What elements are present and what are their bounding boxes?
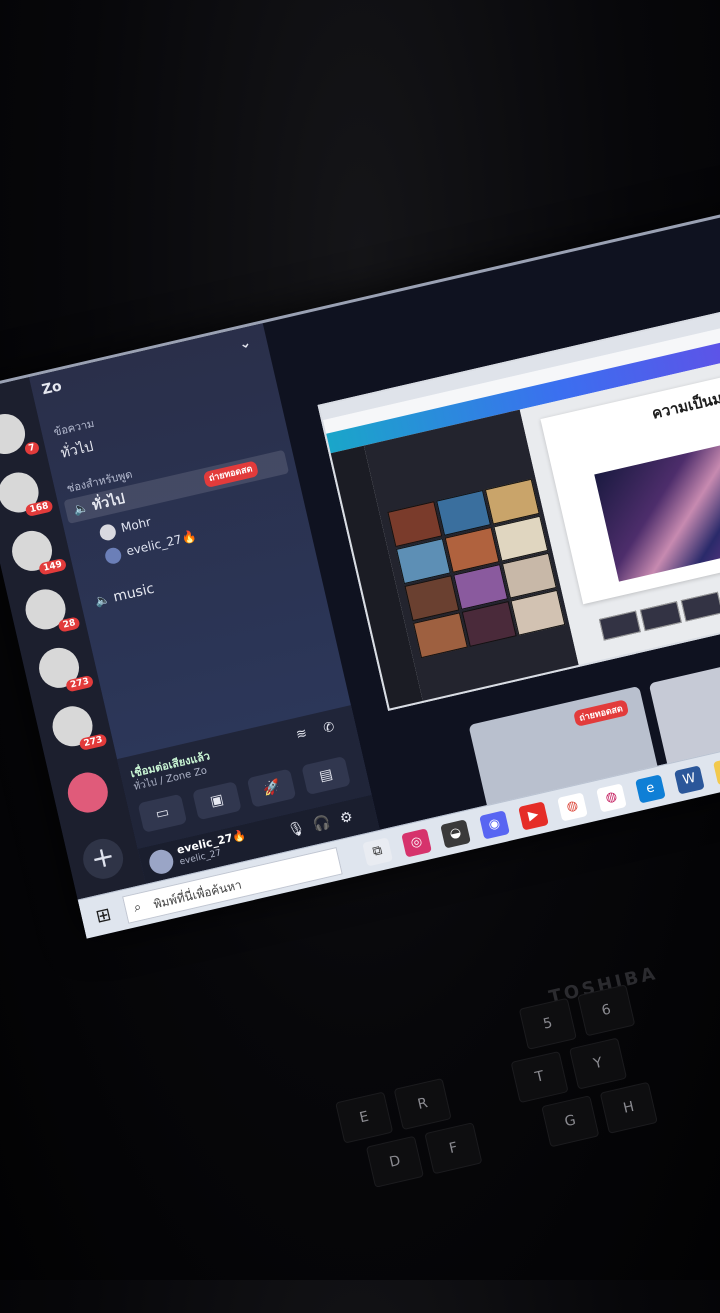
- voice-user-name: Mohr: [119, 514, 153, 536]
- chevron-down-icon[interactable]: ⌄: [238, 335, 253, 353]
- keyboard-key: F: [424, 1122, 483, 1175]
- page-thumbnail[interactable]: [639, 601, 682, 632]
- server-header[interactable]: Zo ⌄: [40, 333, 259, 404]
- channel-label: ทั่วไป: [90, 490, 127, 514]
- slide[interactable]: ความเป็นมาของ: [540, 362, 720, 605]
- page-thumbnail[interactable]: [680, 591, 720, 622]
- add-server-button[interactable]: +: [79, 834, 128, 883]
- camera-button[interactable]: ▭: [137, 793, 188, 833]
- live-badge: ถ่ายทอดสด: [572, 699, 630, 727]
- server-avatar[interactable]: [63, 768, 112, 817]
- guild-badge: 273: [65, 674, 95, 693]
- guild-icon[interactable]: 168: [0, 468, 54, 518]
- discord-icon[interactable]: ◉: [479, 810, 510, 840]
- avatar: [103, 545, 123, 565]
- windows-start-icon[interactable]: ⊞: [94, 904, 113, 928]
- speaker-icon: 🔈: [93, 591, 112, 609]
- keyboard-key: 5: [518, 997, 577, 1050]
- keyboard-key: 6: [577, 984, 636, 1037]
- youtube-icon[interactable]: ▶: [518, 801, 549, 831]
- channel-label: ทั่วไป: [59, 438, 95, 462]
- guild-icon[interactable]: 273: [48, 702, 108, 751]
- chrome-profile-icon[interactable]: ◍: [596, 783, 627, 813]
- laptop-screen: 7 168 149 28 273 273 + Zo ⌄ ข้อความ ทั่ว…: [0, 205, 720, 939]
- guild-badge: 7: [23, 440, 41, 456]
- keyboard-key: G: [541, 1095, 600, 1148]
- media-thumbnail[interactable]: [413, 612, 468, 659]
- page-thumbnail[interactable]: [598, 610, 641, 641]
- gear-icon[interactable]: ⚙: [339, 809, 355, 827]
- live-badge: ถ่ายทอดสด: [202, 460, 259, 489]
- laptop-keyboard: 5 6 Y T G H E R D F: [120, 903, 720, 1313]
- guild-icon[interactable]: 273: [35, 643, 95, 693]
- activity-button[interactable]: 🚀: [246, 768, 297, 808]
- task-view-icon[interactable]: ⧉: [362, 837, 393, 867]
- channel-label: music: [111, 580, 156, 606]
- speaker-icon: 🔈: [72, 500, 91, 518]
- keyboard-key: R: [393, 1077, 452, 1131]
- screen-share-button[interactable]: ▣: [192, 781, 242, 821]
- keyboard-key: D: [365, 1135, 425, 1188]
- media-thumbnail[interactable]: [510, 589, 566, 636]
- server-name: Zo: [40, 378, 64, 399]
- guild-badge: 168: [24, 499, 54, 518]
- disconnect-icon[interactable]: ✆: [322, 720, 336, 737]
- search-placeholder: พิมพ์ที่นี่เพื่อค้นหา: [152, 877, 243, 912]
- edge-icon[interactable]: e: [635, 774, 666, 804]
- keyboard-key: E: [335, 1091, 394, 1144]
- slide-title[interactable]: ความเป็นมาของ: [649, 378, 720, 425]
- shared-screen-window[interactable]: ความเป็นมาของ: [317, 297, 720, 711]
- guild-badge: 28: [57, 616, 81, 633]
- chrome-icon[interactable]: ◍: [557, 792, 588, 822]
- guild-icon[interactable]: 28: [21, 585, 81, 634]
- avatar[interactable]: [146, 847, 176, 877]
- keyboard-key: T: [510, 1050, 569, 1104]
- slide-photo[interactable]: [594, 427, 720, 582]
- headphones-icon[interactable]: 🎧: [311, 814, 332, 834]
- keyboard-key: H: [599, 1081, 658, 1134]
- guild-icon[interactable]: 149: [8, 526, 68, 576]
- guild-icon[interactable]: 7: [0, 410, 41, 458]
- avatar: [98, 522, 118, 542]
- guild-badge: 149: [38, 557, 68, 576]
- mute-icon[interactable]: 🎙: [286, 820, 307, 840]
- search-icon: ⌕: [132, 899, 143, 916]
- media-thumbnail[interactable]: [461, 601, 517, 647]
- word-icon[interactable]: W: [674, 765, 705, 795]
- instagram-icon[interactable]: ◎: [401, 828, 432, 858]
- guild-badge: 273: [78, 733, 108, 751]
- app-icon[interactable]: ◒: [440, 819, 471, 849]
- keyboard-key: Y: [568, 1037, 628, 1090]
- noise-suppression-icon[interactable]: ≋: [295, 726, 309, 743]
- file-explorer-icon[interactable]: ▬: [713, 756, 720, 786]
- soundboard-button[interactable]: ▤: [301, 755, 351, 796]
